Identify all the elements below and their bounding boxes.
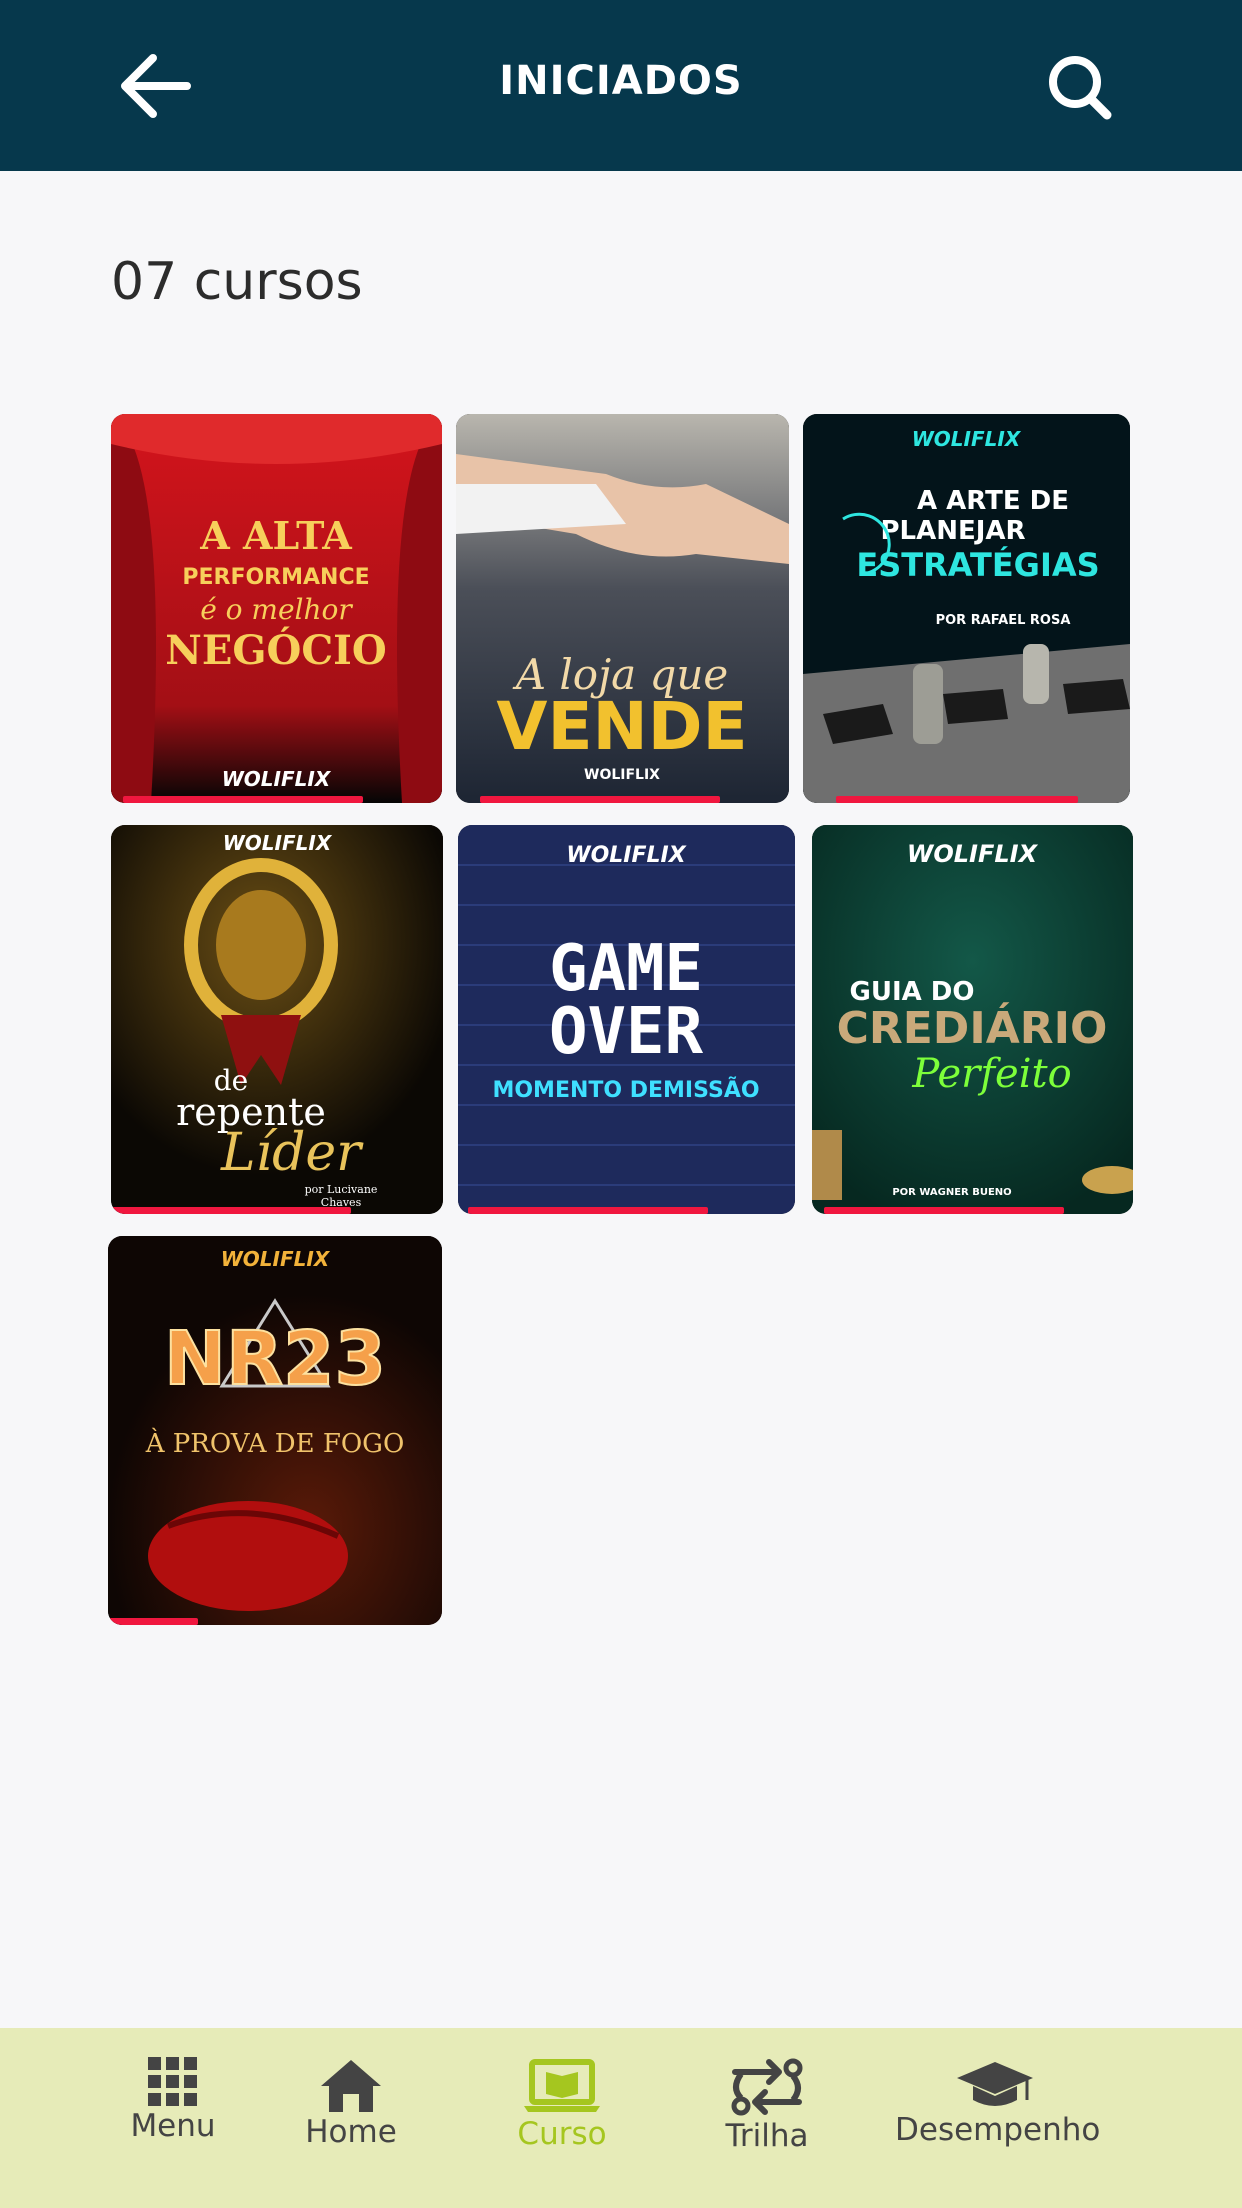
nav-item-home[interactable]: Home [290, 2028, 412, 2208]
course-card[interactable]: WOLIFLIX de repente Líder por Lucivane C… [111, 825, 443, 1214]
course-card[interactable]: WOLIFLIX NR23 À PROVA DE FOGO [108, 1236, 442, 1625]
grid-icon [148, 2057, 197, 2106]
nav-label: Trilha [725, 2118, 809, 2154]
course-card[interactable]: WOLIFLIX A ARTE DE PLANEJAR ESTRATÉGIAS … [803, 414, 1130, 803]
graduation-cap-icon [957, 2062, 1033, 2106]
course-cover: A loja que VENDE WOLIFLIX [456, 414, 789, 803]
course-title-line: VENDE [496, 688, 747, 765]
brand-logo: WOLIFLIX [223, 831, 333, 855]
course-card[interactable]: A ALTA PERFORMANCE é o melhor NEGÓCIO WO… [111, 414, 442, 803]
nav-label: Menu [130, 2108, 216, 2144]
progress-bar [468, 1207, 708, 1214]
course-cover: WOLIFLIX GAME OVER MOMENTO DEMISSÃO [458, 825, 795, 1214]
progress-bar [824, 1207, 1064, 1214]
course-count: 07 cursos [111, 252, 363, 312]
search-button[interactable] [1045, 50, 1113, 122]
course-title-line: À PROVA DE FOGO [145, 1427, 405, 1459]
course-title-line: A ARTE DE [917, 486, 1069, 516]
course-title-line: MOMENTO DEMISSÃO [492, 1077, 759, 1103]
nav-label: Desempenho [895, 2112, 1101, 2148]
course-title-line: POR RAFAEL ROSA [936, 613, 1071, 628]
course-title-line: ESTRATÉGIAS [856, 546, 1099, 584]
course-title-line: NR23 [164, 1316, 386, 1402]
course-title-line: Líder [220, 1123, 364, 1183]
course-card[interactable]: WOLIFLIX GAME OVER MOMENTO DEMISSÃO [458, 825, 795, 1214]
course-title-line: OVER [549, 995, 704, 1069]
route-icon [731, 2058, 803, 2116]
course-title-line: POR WAGNER BUENO [892, 1187, 1011, 1198]
nav-item-trilha[interactable]: Trilha [706, 2028, 828, 2208]
course-title-line: PERFORMANCE [182, 565, 369, 590]
course-cover: WOLIFLIX de repente Líder por Lucivane C… [111, 825, 443, 1214]
app-header: INICIADOS [0, 0, 1242, 171]
course-cover: A ALTA PERFORMANCE é o melhor NEGÓCIO WO… [111, 414, 442, 803]
course-title-line: CREDIÁRIO [837, 1001, 1108, 1054]
course-title-line: por Lucivane [305, 1183, 378, 1196]
progress-bar [836, 796, 1078, 803]
search-icon [1049, 56, 1112, 120]
course-title-line: A ALTA [199, 513, 352, 558]
nav-item-curso[interactable]: Curso [502, 2028, 622, 2208]
brand-logo: WOLIFLIX [566, 843, 686, 868]
progress-bar [111, 1207, 351, 1214]
course-cover: WOLIFLIX GUIA DO CREDIÁRIO Perfeito POR … [812, 825, 1133, 1214]
brand-logo: WOLIFLIX [912, 427, 1022, 451]
course-card[interactable]: WOLIFLIX GUIA DO CREDIÁRIO Perfeito POR … [812, 825, 1133, 1214]
progress-bar [480, 796, 720, 803]
bottom-navigation: Menu Home Curso Trilha Desempenho [0, 2028, 1242, 2208]
laptop-book-icon [524, 2059, 600, 2112]
progress-bar [123, 796, 363, 803]
brand-logo: WOLIFLIX [221, 1247, 331, 1271]
course-title-line: Perfeito [911, 1051, 1071, 1097]
home-icon [321, 2060, 381, 2112]
course-card[interactable]: A loja que VENDE WOLIFLIX [456, 414, 789, 803]
nav-item-menu[interactable]: Menu [112, 2028, 234, 2208]
nav-item-desempenho[interactable]: Desempenho [895, 2028, 1101, 2208]
brand-logo: WOLIFLIX [584, 767, 660, 783]
course-cover: WOLIFLIX A ARTE DE PLANEJAR ESTRATÉGIAS … [803, 414, 1130, 803]
nav-label: Home [305, 2114, 397, 2150]
nav-label: Curso [517, 2116, 607, 2152]
brand-logo: WOLIFLIX [907, 840, 1039, 868]
brand-logo: WOLIFLIX [222, 767, 332, 791]
course-title-line: PLANEJAR [880, 516, 1025, 546]
course-title-line: é o melhor [200, 593, 353, 626]
course-cover: WOLIFLIX NR23 À PROVA DE FOGO [108, 1236, 442, 1625]
course-title-line: NEGÓCIO [165, 627, 386, 674]
progress-bar [108, 1618, 198, 1625]
